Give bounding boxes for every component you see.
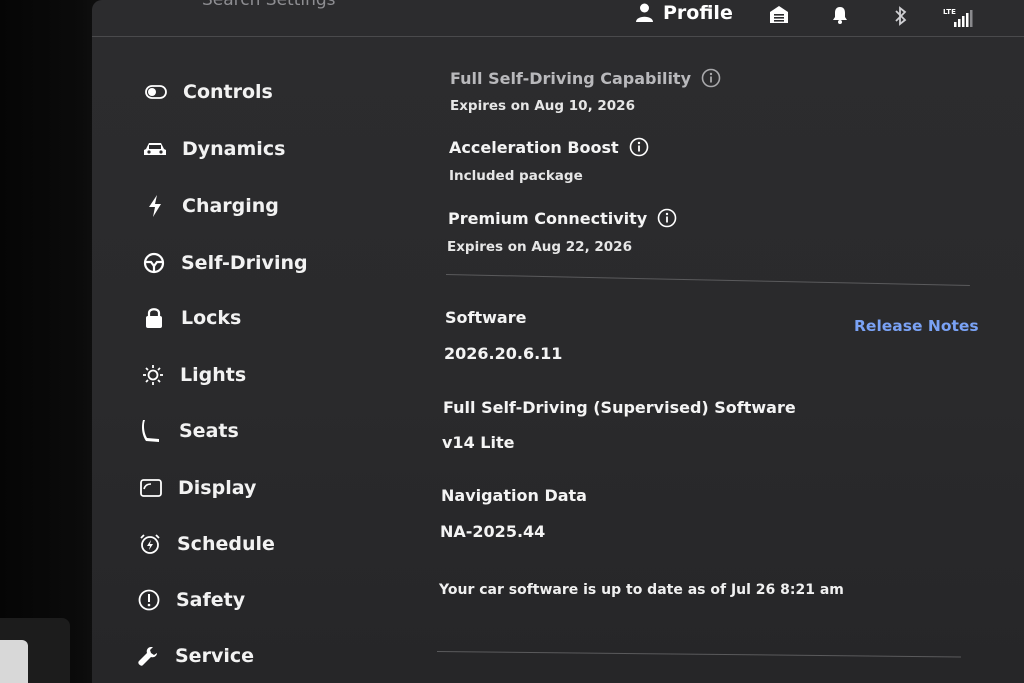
sidebar-item-lights[interactable]: Lights: [141, 363, 246, 387]
software-status: Your car software is up to date as of Ju…: [439, 582, 844, 598]
sidebar-item-seats[interactable]: Seats: [140, 419, 239, 443]
sidebar-item-service[interactable]: Service: [136, 644, 254, 668]
premium-connectivity-title: Premium Connectivity: [448, 208, 677, 228]
bezel-widget: [0, 618, 70, 683]
alarm-clock-icon: [138, 532, 162, 556]
sidebar-item-controls[interactable]: Controls: [144, 80, 273, 104]
bluetooth-button[interactable]: [894, 6, 908, 26]
bezel-knob: [0, 640, 28, 683]
navigation-data-label: Navigation Data: [441, 486, 587, 505]
fsd-software-label: Full Self-Driving (Supervised) Software: [443, 398, 796, 417]
bluetooth-icon: [894, 6, 908, 26]
sidebar-item-label: Self-Driving: [181, 252, 308, 274]
fsd-capability-expiry: Expires on Aug 10, 2026: [450, 98, 635, 114]
sidebar-item-self-driving[interactable]: Self-Driving: [142, 251, 308, 275]
alert-circle-icon: [137, 588, 161, 612]
garage-button[interactable]: [769, 4, 789, 24]
navigation-data-title: Navigation Data: [441, 486, 587, 505]
steering-wheel-icon: [142, 251, 166, 275]
sidebar-item-label: Charging: [182, 195, 279, 217]
notifications-button[interactable]: [832, 6, 848, 24]
sidebar-item-dynamics[interactable]: Dynamics: [143, 137, 285, 161]
profile-label: Profile: [663, 2, 733, 24]
sidebar-item-label: Schedule: [177, 533, 275, 555]
fsd-capability-label: Full Self-Driving Capability: [450, 68, 691, 88]
sun-icon: [141, 363, 165, 387]
top-bar: Search Settings Profile LTE: [92, 0, 1024, 37]
person-icon: [636, 3, 653, 23]
lock-icon: [142, 306, 166, 330]
bolt-icon: [143, 194, 167, 218]
cellular-status: LTE: [942, 6, 974, 28]
lte-label: LTE: [943, 8, 956, 16]
bell-icon: [832, 6, 848, 24]
software-title: Software: [445, 308, 527, 327]
wrench-icon: [136, 644, 160, 668]
sidebar-item-label: Locks: [181, 307, 242, 329]
settings-screen: Search Settings Profile LTE Controls Dyn…: [92, 0, 1024, 683]
sidebar-item-label: Controls: [183, 81, 273, 103]
toggle-icon: [144, 80, 168, 104]
sidebar-item-schedule[interactable]: Schedule: [138, 532, 275, 556]
display-icon: [139, 476, 163, 500]
acceleration-boost-label: Acceleration Boost: [449, 137, 619, 157]
sidebar-item-safety[interactable]: Safety: [137, 588, 245, 612]
premium-connectivity-expiry: Expires on Aug 22, 2026: [447, 239, 632, 255]
section-divider: [445, 274, 970, 286]
info-icon[interactable]: [701, 68, 721, 88]
bottom-divider: [436, 651, 961, 658]
release-notes-link[interactable]: Release Notes: [854, 317, 979, 335]
sidebar-item-label: Safety: [176, 589, 246, 611]
fsd-capability-title: Full Self-Driving Capability: [450, 68, 721, 88]
garage-icon: [769, 4, 789, 24]
premium-connectivity-label: Premium Connectivity: [448, 208, 648, 228]
sidebar-item-label: Dynamics: [182, 138, 286, 160]
navigation-data-version: NA-2025.44: [440, 522, 546, 541]
fsd-software-title: Full Self-Driving (Supervised) Software: [443, 398, 796, 417]
acceleration-boost-title: Acceleration Boost: [449, 137, 649, 157]
breadcrumb[interactable]: Search Settings: [202, 0, 336, 10]
sidebar-item-label: Display: [178, 477, 257, 499]
sidebar-item-label: Service: [175, 645, 254, 667]
car-icon: [143, 137, 167, 161]
acceleration-boost-detail: Included package: [449, 168, 583, 184]
sidebar-item-locks[interactable]: Locks: [142, 306, 241, 330]
sidebar-item-display[interactable]: Display: [139, 476, 256, 500]
info-icon[interactable]: [629, 137, 649, 157]
software-version: 2026.20.6.11: [444, 344, 563, 363]
sidebar-item-charging[interactable]: Charging: [143, 194, 279, 218]
seat-icon: [140, 419, 164, 443]
profile-button[interactable]: Profile: [636, 2, 733, 24]
sidebar-item-label: Seats: [179, 420, 239, 442]
sidebar-item-label: Lights: [180, 364, 247, 386]
lte-signal-icon: LTE: [942, 6, 974, 28]
software-label: Software: [445, 308, 526, 327]
info-icon[interactable]: [657, 208, 677, 228]
fsd-software-version: v14 Lite: [442, 433, 515, 452]
